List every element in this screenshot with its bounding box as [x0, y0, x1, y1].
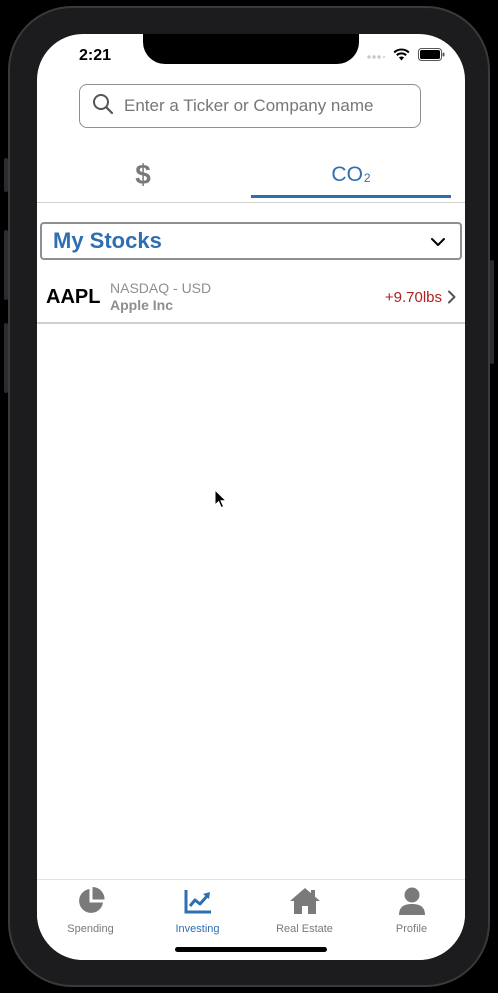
- chevron-down-icon: [430, 234, 446, 252]
- tab-dollar[interactable]: $: [43, 150, 243, 200]
- currency-tabs: $ CO 2: [37, 150, 465, 203]
- tabbar-label-investing: Investing: [175, 923, 220, 935]
- tab-co2[interactable]: CO 2: [251, 150, 451, 200]
- stock-row[interactable]: AAPL NASDAQ - USD Apple Inc +9.70lbs: [37, 272, 465, 324]
- search-input[interactable]: [122, 95, 406, 117]
- status-time: 2:21: [79, 47, 112, 64]
- home-icon: [289, 886, 321, 921]
- status-icons: [367, 48, 445, 66]
- power-button: [490, 260, 494, 364]
- cellular-signal-icon: [367, 48, 385, 66]
- tabbar-label-profile: Profile: [395, 923, 428, 935]
- portfolio-dropdown[interactable]: My Stocks: [40, 222, 462, 260]
- notch: [143, 34, 359, 64]
- chevron-right-icon: [447, 290, 456, 309]
- tabbar-item-real-estate[interactable]: Real Estate: [251, 886, 358, 935]
- battery-icon: [418, 48, 445, 66]
- volume-up-button: [4, 230, 8, 300]
- active-tab-indicator: [251, 195, 451, 198]
- portfolio-dropdown-label: My Stocks: [53, 228, 162, 253]
- home-indicator: [175, 947, 327, 952]
- mouse-pointer-icon: [214, 488, 228, 514]
- search-icon: [92, 93, 114, 120]
- pie-chart-icon: [76, 886, 106, 921]
- stock-exchange: NASDAQ - USD: [110, 280, 212, 296]
- stock-ticker: AAPL: [46, 286, 101, 308]
- tabbar-item-spending[interactable]: Spending: [37, 886, 144, 935]
- tabbar-item-profile[interactable]: Profile: [358, 886, 465, 935]
- tab-co2-subscript: 2: [363, 171, 371, 185]
- tabbar-item-investing[interactable]: Investing: [144, 886, 251, 935]
- stock-company: Apple Inc: [110, 297, 174, 313]
- tab-co2-label: CO: [331, 163, 363, 186]
- wifi-icon: [393, 48, 410, 66]
- stock-co2-change: +9.70lbs: [384, 289, 442, 306]
- app-screen: 2:21 Enter a Ticker or Company name $ CO…: [37, 34, 465, 960]
- tab-dollar-label: $: [135, 159, 151, 190]
- volume-down-button: [4, 323, 8, 393]
- search-bar[interactable]: [79, 84, 421, 128]
- silent-switch: [4, 158, 8, 192]
- tabbar-label-real-estate: Real Estate: [276, 923, 333, 935]
- tabbar-label-spending: Spending: [67, 923, 114, 935]
- line-chart-icon: [183, 886, 213, 921]
- user-icon: [397, 886, 427, 921]
